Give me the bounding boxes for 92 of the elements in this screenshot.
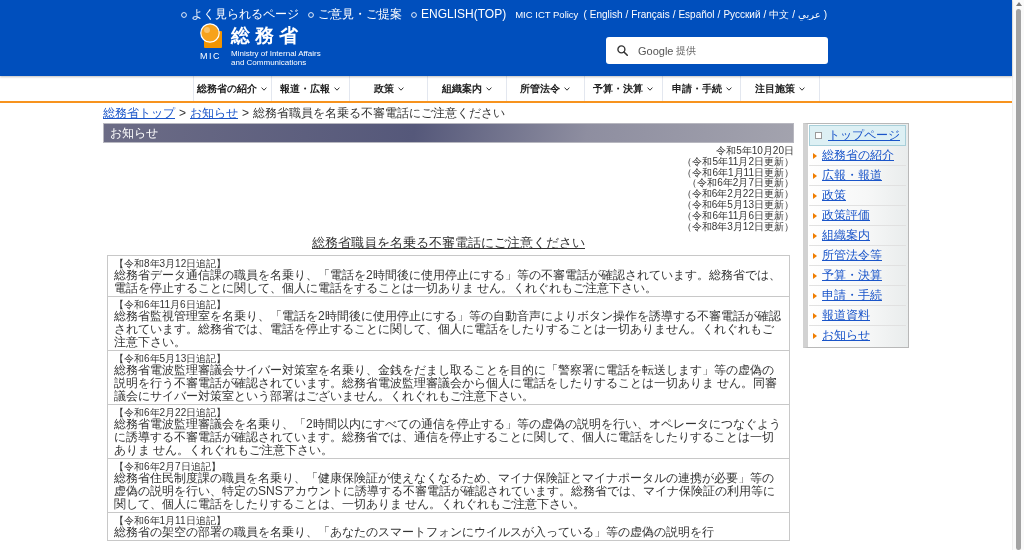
breadcrumb-separator: > <box>242 106 250 121</box>
sidebar-link[interactable]: 予算・決算 <box>822 267 882 284</box>
notice-heading: 【令和6年5月13日追記】 <box>114 353 227 365</box>
language-link[interactable]: 中文 <box>769 7 790 22</box>
sidebar-link[interactable]: 組織案内 <box>822 227 870 244</box>
sidebar-link[interactable]: 申請・手続 <box>822 287 882 304</box>
sidebar-link[interactable]: 報道資料 <box>822 307 870 324</box>
triangle-bullet-icon <box>813 312 817 319</box>
nav-menu-item[interactable]: 政策 <box>350 76 429 101</box>
separator-mark: / <box>671 8 677 22</box>
notice-heading: 【令和6年2月7日追記】 <box>114 461 221 473</box>
breadcrumb-current-page: 総務省職員を名乗る不審電話にご注意ください <box>253 106 506 121</box>
triangle-bullet-icon <box>813 232 817 239</box>
triangle-bullet-icon <box>813 292 817 299</box>
language-link[interactable]: عربي <box>798 7 821 22</box>
notice-heading: 【令和8年3月12日追記】 <box>114 258 228 270</box>
notice-text: 総務省の架空の部署の職員を名乗り、「あなたのスマートフォンにウイルスが入っている」等の虚偽の説明を行 <box>114 526 715 540</box>
scrollbar[interactable] <box>1012 0 1024 550</box>
separator-mark: / <box>716 8 722 22</box>
sidebar-link[interactable]: 政策評価 <box>822 207 870 224</box>
section-heading-bar: お知らせ <box>103 123 794 143</box>
triangle-bullet-icon <box>813 332 817 339</box>
notice-heading: 【令和6年11月6日追記】 <box>114 299 226 311</box>
chevron-down-icon <box>798 86 805 91</box>
triangle-bullet-icon <box>813 152 817 159</box>
notice-text: 総務省電波監理審議会を名乗り、「2時間以内にすべての通信を停止する」等の虚偽の説明を行い、オペレータにつなぐように誘導する不審電話が確認されています。総務省では、通信を停止することに関して、個人に電話をしたりすることは一切ありま せん。くれぐれもご注意下さい。 <box>114 418 782 458</box>
separator-mark: ( <box>582 8 588 22</box>
triangle-bullet-icon <box>813 192 817 199</box>
logo-icon[interactable] <box>200 23 222 48</box>
ministry-logo-name[interactable]: 総務省 <box>231 23 321 48</box>
notice-text: 総務省監視管理室を名乗り、「電話を2時間後に使用停止にする」等の自動音声によりボタン操作を誘導する不審電話が確認されています。総務省では、電話を停止することに関して、個人に電話をしたりすることは一切ありません。くれぐれもご注意下さい。 <box>114 310 782 350</box>
date-line: （令和6年5月13日更新） <box>681 200 794 211</box>
triangle-bullet-icon <box>813 172 817 179</box>
sidebar-link[interactable]: 総務省の紹介 <box>822 147 894 164</box>
date-line: （令和8年3月12日更新） <box>681 221 794 233</box>
search-icon <box>617 45 628 56</box>
header-link[interactable]: ご意見・ご提案 <box>308 7 403 22</box>
square-icon <box>815 132 822 139</box>
nav-menu-item[interactable]: 申請・手続 <box>663 76 742 101</box>
language-link[interactable]: Español <box>678 7 715 22</box>
nav-menu-item[interactable]: 組織案内 <box>428 76 507 101</box>
triangle-bullet-icon <box>813 252 817 259</box>
circle-icon <box>308 11 315 18</box>
nav-menu-item[interactable]: 総務省の紹介 <box>192 76 272 101</box>
chevron-down-icon <box>647 86 654 91</box>
notice-text: 総務省データ通信課の職員を名乗り、「電話を2時間後に使用停止にする」等の不審電話が確認されています。総務省では、電話を停止することに関して、個人に電話をすることは一切ありま せん。くれぐれもご注意下さい。 <box>114 269 782 296</box>
sidebar-link[interactable]: 広報・報道 <box>822 167 882 184</box>
separator-mark: / <box>791 8 797 22</box>
chevron-down-icon <box>725 86 732 91</box>
notice-text: 総務省住民制度課の職員を名乗り、「健康保険証が使えなくなるため、マイナ保険証とマイナポータルの連携が必要」等の虚偽の説明を行い、特定のSNSアカウントに誘導する不審電話が確認されています。総務省では、マイナ保険証の利用等に関して、個人に電話をしたりすることは、一切ありま せん。くれぐれもご注意下さい。 <box>114 472 776 512</box>
sidebar-link[interactable]: 所管法令等 <box>822 247 882 264</box>
nav-menu-item[interactable]: 所管法令 <box>506 76 585 101</box>
language-link[interactable]: Русский <box>723 7 761 22</box>
triangle-bullet-icon <box>813 272 817 279</box>
language-link[interactable]: Français <box>631 7 670 22</box>
date-line: （令和6年2月22日更新） <box>681 189 794 200</box>
date-line: 令和5年10月20日 <box>716 146 794 156</box>
triangle-bullet-icon <box>813 212 817 219</box>
chevron-down-icon <box>485 86 492 91</box>
circle-icon <box>411 11 418 18</box>
ministry-english-name: Ministry of Internal Affairs and Communications <box>231 49 321 67</box>
date-line: （令和5年11月2日更新） <box>682 156 794 168</box>
chevron-down-icon <box>564 86 571 91</box>
policy-label: MIC ICT Policy <box>515 8 579 22</box>
notice-title: 総務省職員を名乗る不審電話にご注意ください <box>312 235 585 251</box>
sidebar-link[interactable]: 政策 <box>822 187 846 204</box>
chevron-down-icon <box>397 86 404 91</box>
notice-heading: 【令和6年1月11日追記】 <box>114 515 227 527</box>
language-link[interactable]: English <box>589 7 623 22</box>
scroll-up-icon[interactable] <box>1015 2 1022 6</box>
nav-menu-item[interactable]: 報道・広報 <box>271 76 350 101</box>
logo-abbreviation: MIC <box>200 51 222 62</box>
breadcrumb-link[interactable]: 総務省トップ <box>103 106 175 121</box>
breadcrumb-separator: > <box>179 106 186 121</box>
nav-menu-item[interactable]: 予算・決算 <box>584 76 663 101</box>
search-field[interactable]: Google 提供 <box>606 37 828 64</box>
nav-menu-item[interactable]: 注目施策 <box>741 76 820 101</box>
circle-icon <box>181 11 188 18</box>
chevron-down-icon <box>261 86 268 91</box>
separator-mark: ) <box>822 8 828 22</box>
header-link[interactable]: ENGLISH(TOP) <box>411 7 507 22</box>
header-link[interactable]: よく見られるページ <box>181 7 300 22</box>
date-line: （令和6年11月6日更新） <box>682 210 794 222</box>
breadcrumb-link[interactable]: お知らせ <box>190 106 238 121</box>
scrollbar-thumb[interactable] <box>1016 9 1021 550</box>
notice-text: 総務省電波監理審議会サイバー対策室を名乗り、金銭をだまし取ることを目的に「警察署に電話を転送します」等の虚偽の説明を行う不審電話が確認されています。総務省電波監理審議会から個人に電話をしたりすることは一切ありま せん。同審議会にサイバー対策室という部署はございません。くれぐれもご注意下さい。 <box>114 364 779 404</box>
date-line: （令和6年1月11日更新） <box>682 167 794 179</box>
separator-mark: / <box>762 8 768 22</box>
sidebar-link[interactable]: お知らせ <box>822 327 870 344</box>
separator-mark: / <box>624 8 630 22</box>
notice-heading: 【令和6年2月22日追記】 <box>114 407 227 419</box>
chevron-down-icon <box>334 86 341 91</box>
